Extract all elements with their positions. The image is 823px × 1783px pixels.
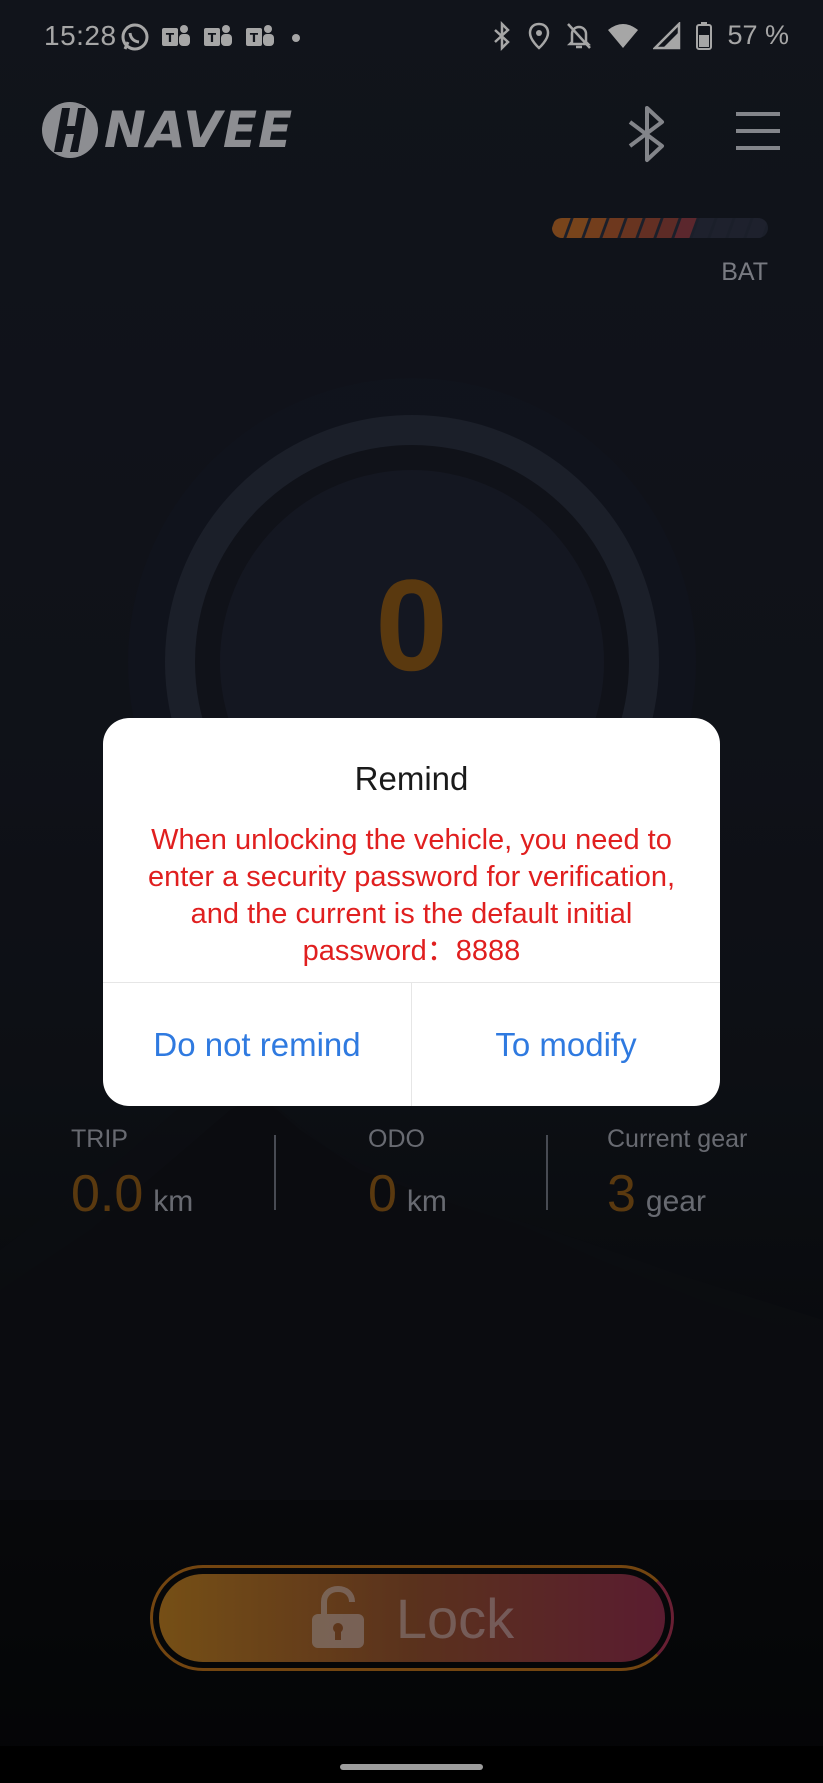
dialog-actions: Do not remind To modify xyxy=(103,982,720,1106)
dialog-title: Remind xyxy=(354,760,469,797)
remind-dialog: Remind When unlocking the vehicle, you n… xyxy=(103,718,720,1106)
dialog-message: When unlocking the vehicle, you need to … xyxy=(147,824,676,967)
do-not-remind-button[interactable]: Do not remind xyxy=(103,983,412,1106)
to-modify-button[interactable]: To modify xyxy=(412,983,720,1106)
